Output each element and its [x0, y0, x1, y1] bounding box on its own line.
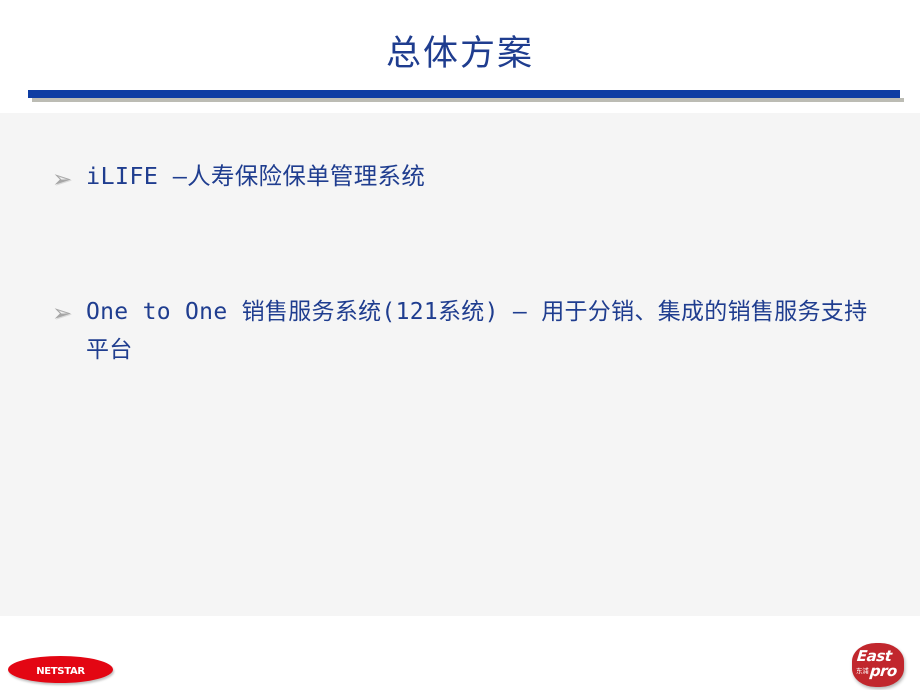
eastpro-logo-text-pro: pro: [869, 662, 898, 680]
bullet-text: iLIFE –人寿保险保单管理系统: [86, 162, 426, 190]
list-item: ➢ One to One 销售服务系统(121系统) – 用于分销、集成的销售服…: [52, 293, 872, 369]
netstar-logo-text: NetStar: [36, 661, 85, 678]
eastpro-logo-badge: East 东浦 pro: [852, 643, 904, 687]
slide-header: 总体方案: [0, 0, 920, 113]
title-rule-shadow: [32, 98, 904, 102]
list-item: ➢ iLIFE –人寿保险保单管理系统: [52, 159, 872, 196]
title-divider-rule: [28, 90, 900, 98]
eastpro-logo-text-chinese: 东浦: [856, 667, 869, 675]
page-title: 总体方案: [385, 34, 534, 74]
netstar-logo: NetStar: [8, 656, 113, 683]
eastpro-logo: East 东浦 pro: [852, 643, 904, 687]
arrow-bullet-icon: ➢: [52, 299, 73, 327]
bullet-text: One to One 销售服务系统(121系统) – 用于分销、集成的销售服务支…: [86, 299, 868, 363]
arrow-bullet-icon: ➢: [52, 165, 73, 193]
presentation-slide: 总体方案 ➢ iLIFE –人寿保险保单管理系统 ➢ One to One 销售…: [0, 0, 920, 690]
slide-footer: NetStar: [0, 616, 920, 690]
slide-content-panel: ➢ iLIFE –人寿保险保单管理系统 ➢ One to One 销售服务系统(…: [0, 113, 920, 616]
